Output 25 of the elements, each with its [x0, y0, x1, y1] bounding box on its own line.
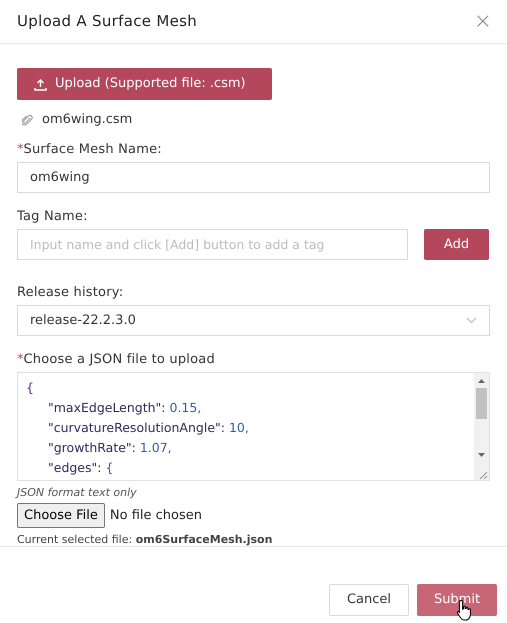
chevron-down-icon: [466, 317, 477, 324]
surface-mesh-name-field[interactable]: om6wing: [17, 162, 490, 193]
hint-text: JSON format text only: [17, 485, 138, 500]
close-button[interactable]: ×: [474, 10, 492, 32]
dialog-title: Upload A Surface Mesh: [17, 11, 198, 32]
required-mark: *: [17, 141, 24, 159]
field-label: Surface Mesh Name:: [24, 141, 162, 159]
field-label: Release history:: [17, 284, 124, 302]
tag-name-field[interactable]: Input name and click [Add] button to add a tag: [17, 229, 408, 260]
field-label: Choose a JSON file to upload: [24, 351, 215, 369]
field-label: Tag Name:: [17, 208, 88, 226]
cancel-button[interactable]: Cancel: [329, 584, 409, 616]
attached-file-name[interactable]: om6wing.csm: [42, 110, 132, 130]
file-status: No file chosen: [110, 506, 202, 525]
paperclip-icon: [22, 114, 33, 126]
upload-icon: [34, 78, 47, 90]
current-file-text: Current selected file: om6SurfaceMesh.json: [17, 532, 274, 548]
upload-button[interactable]: Upload (Supported file: .csm): [17, 68, 272, 100]
json-text-area[interactable]: { "maxEdgeLength": 0.15, "curvatureResolutionAngle": 10, "growthRate": 1.07, "edges": {: [17, 372, 490, 481]
choose-file-button[interactable]: Choose File: [17, 503, 105, 528]
release-select[interactable]: release-22.2.3.0: [17, 305, 490, 336]
required-mark: *: [17, 351, 24, 369]
add-button[interactable]: Add: [424, 229, 489, 260]
scrollbar[interactable]: [474, 373, 489, 480]
submit-button[interactable]: Submit: [417, 584, 497, 616]
